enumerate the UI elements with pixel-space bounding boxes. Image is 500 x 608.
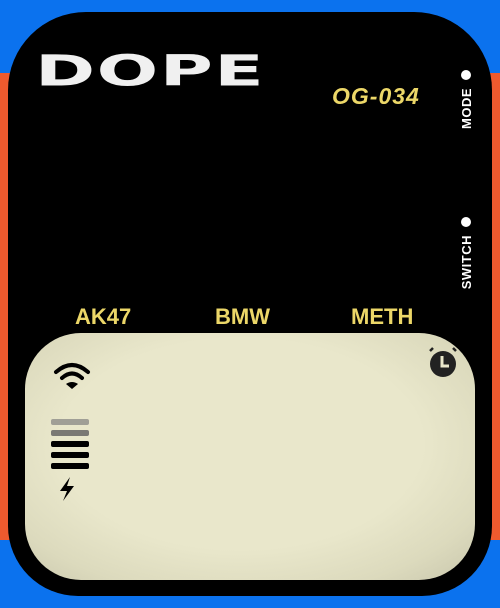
- battery-bar-full: [51, 441, 89, 447]
- battery-bar-full: [51, 452, 89, 458]
- mode-label: MODE: [458, 88, 474, 129]
- mode-bmw[interactable]: BMW: [215, 304, 270, 330]
- wifi-icon: [54, 363, 90, 389]
- battery-bar-empty: [51, 430, 89, 436]
- lcd-screen: [25, 333, 475, 580]
- switch-button[interactable]: SWITCH: [456, 217, 476, 289]
- mode-meth[interactable]: METH: [351, 304, 413, 330]
- switch-indicator-dot: [461, 217, 471, 227]
- mode-indicator-dot: [461, 70, 471, 80]
- battery-bar-empty: [51, 419, 89, 425]
- brand-logo: DOPE: [35, 46, 266, 96]
- mode-ak47[interactable]: AK47: [75, 304, 131, 330]
- device-body: DOPE OG-034 MODE SWITCH AK47 BMW METH: [8, 12, 492, 596]
- battery-bar-full: [51, 463, 89, 469]
- switch-label: SWITCH: [458, 235, 474, 290]
- alarm-clock-icon: [429, 347, 457, 377]
- lightning-bolt-icon: [60, 477, 74, 501]
- battery-icon: [51, 419, 89, 474]
- model-label: OG-034: [332, 83, 420, 109]
- mode-button[interactable]: MODE: [456, 70, 476, 129]
